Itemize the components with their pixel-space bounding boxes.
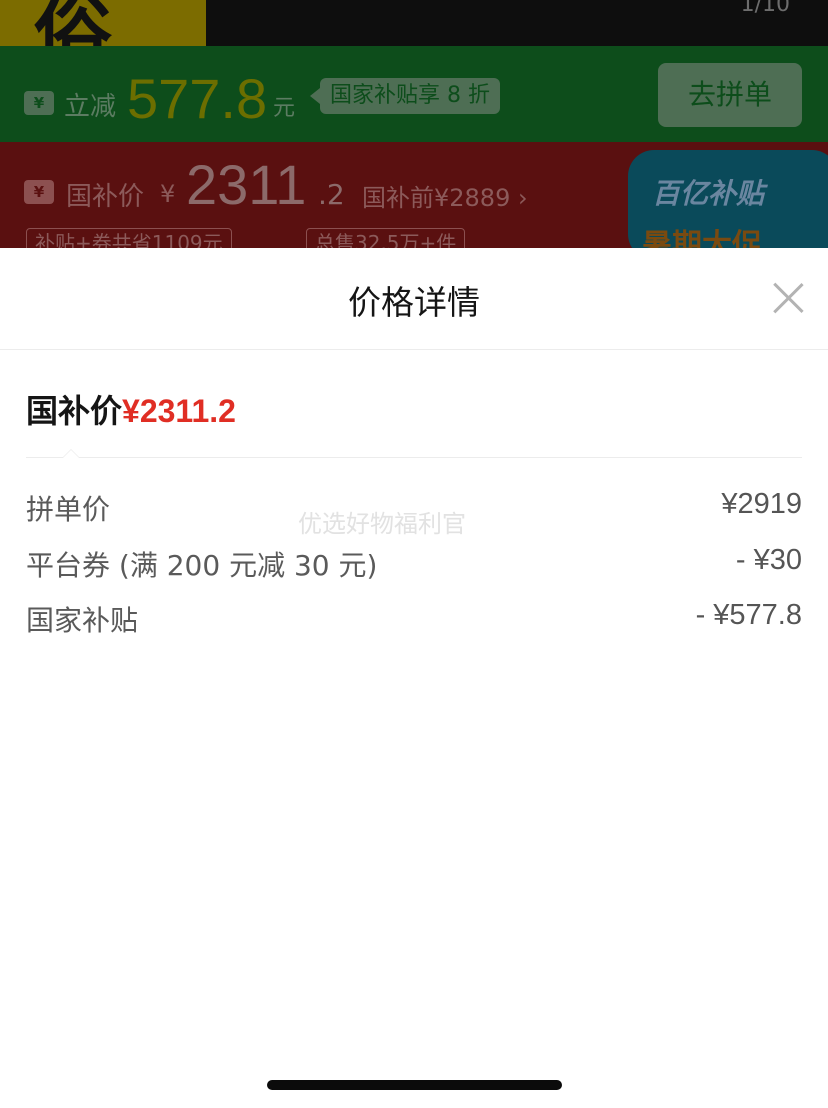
detail-value: - ¥30 bbox=[735, 544, 802, 576]
discount-amount: 577.8 bbox=[127, 67, 268, 130]
home-indicator[interactable] bbox=[267, 1080, 562, 1090]
detail-row-national-subsidy: 国家补贴 - ¥577.8 bbox=[26, 599, 802, 639]
before-subsidy-price-link[interactable]: 国补前¥2889 › bbox=[362, 178, 528, 213]
discount-bar: ¥ 立减 577.8 元 国家补贴享 8 折 去拼单 bbox=[0, 46, 828, 142]
close-icon[interactable] bbox=[772, 282, 804, 314]
subsidy-price-integer: 2311 bbox=[186, 153, 307, 216]
promo-badge[interactable]: 百亿补贴 暑期大促 bbox=[628, 150, 828, 248]
currency-symbol: ¥ bbox=[160, 180, 176, 208]
subsidy-price-label: 国补价 bbox=[66, 182, 145, 212]
price-bar: ¥ 国补价 ¥ 2311 .2 国补前¥2889 › 补贴+券共省1109元 总… bbox=[0, 142, 828, 248]
final-price-row: 国补价¥2311.2 bbox=[26, 386, 236, 432]
final-price-label: 国补价 bbox=[26, 392, 123, 430]
product-image-area: 俗 1/10 bbox=[0, 0, 828, 78]
savings-chip: 补贴+券共省1109元 bbox=[26, 228, 232, 248]
discount-label: 立减 bbox=[64, 92, 117, 122]
image-pager: 1/10 bbox=[740, 0, 790, 17]
sheet-header: 价格详情 bbox=[0, 248, 828, 350]
price-details-sheet: 价格详情 国补价¥2311.2 优选好物福利官 拼单价 ¥2919 平台券 (满… bbox=[0, 248, 828, 1108]
promo-badge-line1: 百亿补贴 bbox=[652, 177, 765, 210]
detail-label: 国家补贴 bbox=[26, 604, 139, 637]
subsidy-tag: 国家补贴享 8 折 bbox=[310, 78, 500, 114]
detail-row-group-price: 拼单价 ¥2919 bbox=[26, 488, 802, 528]
product-page-background: 俗 1/10 ¥ 立减 577.8 元 国家补贴享 8 折 去拼单 ¥ 国补价 … bbox=[0, 0, 828, 248]
sales-count-chip: 总售32.5万+件 bbox=[306, 228, 466, 248]
discount-unit: 元 bbox=[273, 96, 296, 121]
divider-caret bbox=[62, 449, 80, 458]
detail-label: 平台券 (满 200 元减 30 元) bbox=[26, 549, 378, 582]
divider bbox=[26, 457, 802, 458]
yen-tag-icon: ¥ bbox=[24, 91, 54, 115]
yen-tag-icon: ¥ bbox=[24, 180, 54, 204]
group-buy-button[interactable]: 去拼单 bbox=[658, 63, 802, 127]
detail-value: - ¥577.8 bbox=[695, 599, 802, 631]
sheet-title: 价格详情 bbox=[348, 283, 480, 322]
promo-badge-line2: 暑期大促 bbox=[642, 228, 762, 248]
detail-row-platform-coupon: 平台券 (满 200 元减 30 元) - ¥30 bbox=[26, 544, 802, 584]
detail-label: 拼单价 bbox=[26, 493, 111, 526]
final-price-value: ¥2311.2 bbox=[122, 393, 236, 429]
subsidy-price-decimal: .2 bbox=[318, 178, 345, 211]
detail-value: ¥2919 bbox=[721, 488, 802, 520]
